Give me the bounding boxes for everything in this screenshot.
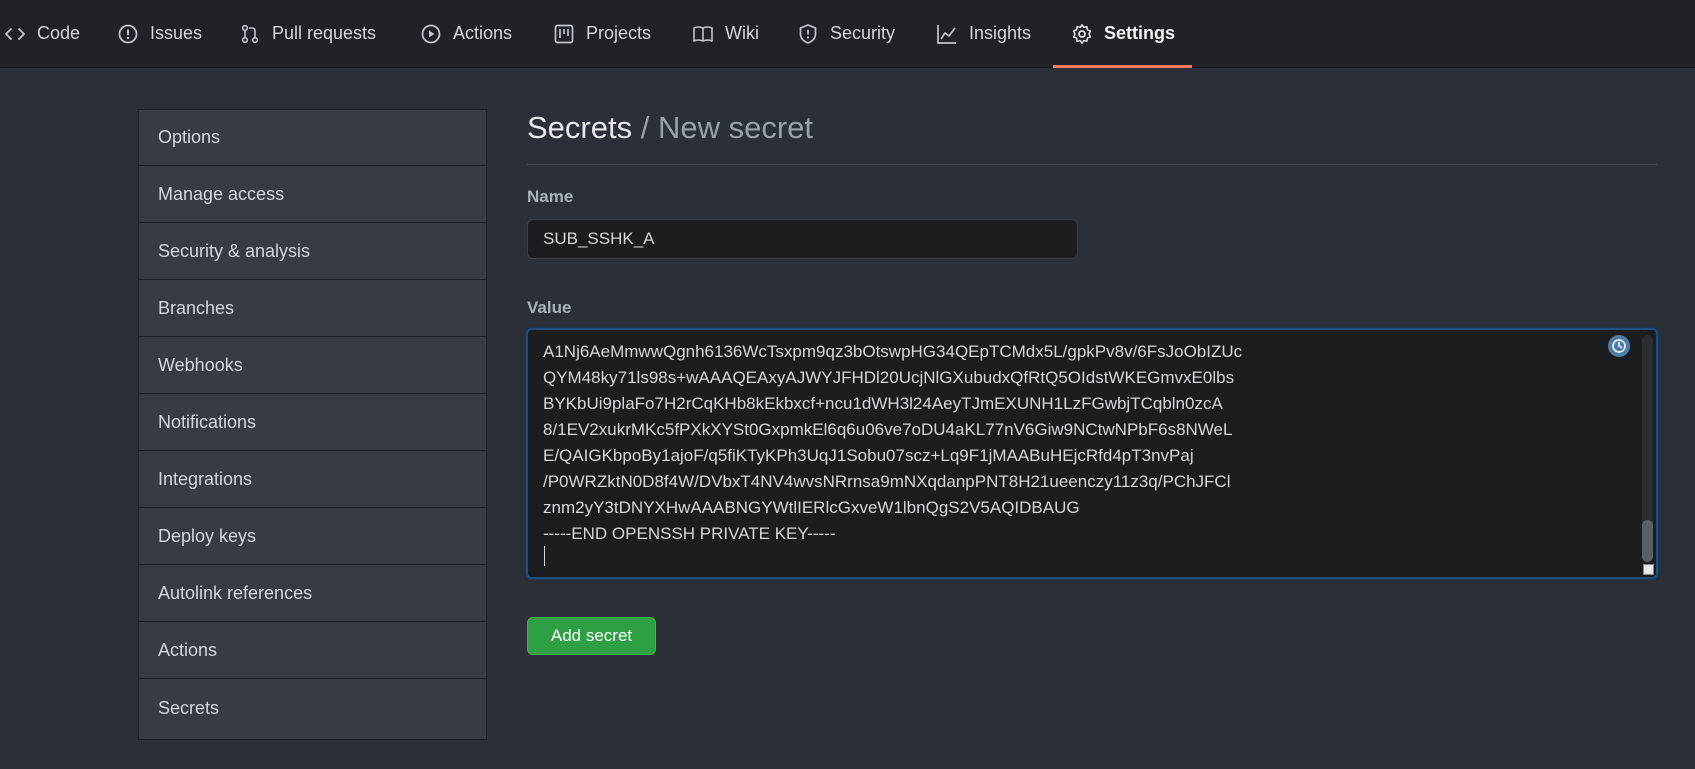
sidebar-item-label: Security & analysis (158, 241, 311, 261)
sidebar-item-label: Deploy keys (158, 526, 257, 546)
value-line: /P0WRZktN0D8f4W/DVbxT4NV4wvsNRrnsa9mNXqd… (543, 472, 1231, 491)
project-icon (553, 23, 575, 45)
code-icon (4, 23, 26, 45)
sidebar-item-label: Options (158, 127, 221, 147)
value-line: BYKbUi9plaFo7H2rCqKHb8kEkbxcf+ncu1dWH3l2… (543, 394, 1223, 413)
sidebar-item-autolink-references[interactable]: Autolink references (139, 566, 486, 622)
sidebar-item-label: Secrets (158, 697, 220, 718)
tab-label: Settings (1104, 23, 1176, 43)
sidebar-item-options[interactable]: Options (139, 110, 486, 166)
tab-code[interactable]: Code (4, 0, 80, 67)
sidebar-item-secrets[interactable]: Secrets (139, 680, 486, 736)
sidebar-item-label: Actions (158, 640, 218, 660)
sidebar-item-label: Branches (158, 298, 235, 318)
tab-actions[interactable]: Actions (420, 0, 512, 67)
secret-value-text: A1Nj6AeMmwwQgnh6136WcTsxpm9qz3bOtswpHG34… (543, 339, 1242, 547)
sidebar-item-label: Autolink references (158, 583, 313, 603)
textarea-scrollbar-thumb[interactable] (1642, 520, 1653, 562)
name-label: Name (527, 187, 574, 206)
clock-icon[interactable] (1608, 335, 1630, 357)
sidebar-item-label: Notifications (158, 412, 257, 432)
sidebar-item-integrations[interactable]: Integrations (139, 452, 486, 508)
book-icon (692, 23, 714, 45)
tab-pull-requests[interactable]: Pull requests (239, 0, 376, 67)
value-line: A1Nj6AeMmwwQgnh6136WcTsxpm9qz3bOtswpHG34… (543, 342, 1243, 361)
tab-label: Issues (150, 23, 203, 43)
sidebar-item-actions[interactable]: Actions (139, 623, 486, 679)
pull-request-icon (239, 23, 261, 45)
issue-icon (117, 23, 139, 45)
value-line: -----END OPENSSH PRIVATE KEY----- (543, 524, 836, 543)
value-line: QYM48ky71ls98s+wAAAQEAxyAJWYJFHDl20UcjNl… (543, 368, 1235, 387)
sidebar-item-manage-access[interactable]: Manage access (139, 167, 486, 223)
repo-nav: Code Issues Pull requests Actions Projec… (0, 0, 1695, 68)
textarea-resize-handle[interactable] (1643, 564, 1654, 575)
play-icon (420, 23, 442, 45)
sidebar-item-webhooks[interactable]: Webhooks (139, 338, 486, 394)
value-line: E/QAIGKbpoBy1ajoF/q5fiKTyKPh3UqJ1Sobu07s… (543, 446, 1194, 465)
sidebar-item-security-analysis[interactable]: Security & analysis (139, 224, 486, 280)
title-divider (527, 164, 1657, 165)
sidebar-item-label: Manage access (158, 184, 285, 204)
tab-label: Code (37, 23, 81, 43)
page-title: Secrets / New secret (527, 110, 813, 146)
sidebar-item-deploy-keys[interactable]: Deploy keys (139, 509, 486, 565)
sidebar-item-label: Integrations (158, 469, 253, 489)
selected-tab-underline (1053, 65, 1192, 68)
settings-sidebar: Options Manage access Security & analysi… (138, 109, 487, 740)
tab-issues[interactable]: Issues (117, 0, 202, 67)
tab-insights[interactable]: Insights (936, 0, 1031, 67)
tab-label: Actions (453, 23, 513, 43)
graph-icon (936, 23, 958, 45)
tab-label: Wiki (725, 23, 759, 43)
sidebar-item-label: Webhooks (158, 355, 243, 375)
sidebar-item-notifications[interactable]: Notifications (139, 395, 486, 451)
sidebar-item-branches[interactable]: Branches (139, 281, 486, 337)
tab-label: Projects (586, 23, 652, 43)
value-label: Value (527, 298, 572, 317)
page-title-sub: / New secret (632, 110, 813, 145)
shield-icon (797, 23, 819, 45)
gear-icon (1071, 23, 1093, 45)
tab-wiki[interactable]: Wiki (692, 0, 759, 67)
page-title-main: Secrets (527, 110, 633, 145)
value-line: 8/1EV2xukrMKc5fPXkXYSt0GxpmkEl6q6u06ve7o… (543, 420, 1233, 439)
tab-label: Insights (969, 23, 1032, 43)
tab-security[interactable]: Security (797, 0, 895, 67)
tab-label: Security (830, 23, 896, 43)
tab-projects[interactable]: Projects (553, 0, 651, 67)
value-line: znm2yY3tDNYXHwAAABNGYWtlIERlcGxveW1lbnQg… (543, 498, 1080, 517)
tab-settings[interactable]: Settings (1071, 0, 1175, 67)
secret-name-input[interactable] (527, 219, 1078, 259)
add-secret-button[interactable]: Add secret (527, 617, 656, 655)
tab-label: Pull requests (272, 23, 377, 43)
secret-value-textarea[interactable]: A1Nj6AeMmwwQgnh6136WcTsxpm9qz3bOtswpHG34… (526, 328, 1658, 579)
text-caret (544, 546, 545, 566)
